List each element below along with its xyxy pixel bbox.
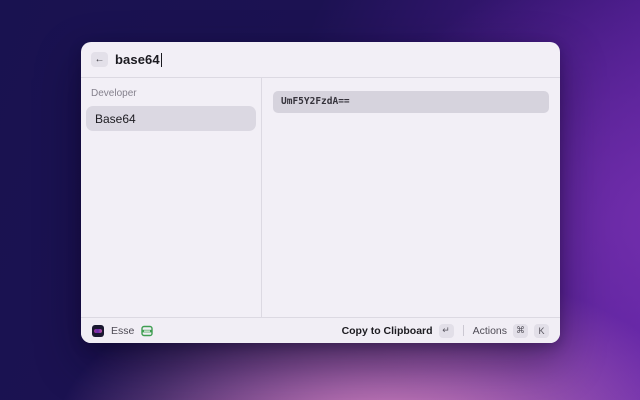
- footer-app-info: Esse: [92, 324, 154, 337]
- results-sidebar: Developer Base64: [81, 78, 262, 317]
- action-bar: Esse Copy to Clipboard ↵ Actions ⌘ K: [81, 317, 560, 343]
- back-arrow-icon: ←: [94, 54, 105, 65]
- back-button[interactable]: ←: [91, 52, 108, 67]
- search-input[interactable]: base64: [115, 42, 550, 77]
- return-key-badge: ↵: [438, 323, 454, 338]
- command-key-badge: ⌘: [513, 323, 528, 338]
- app-name: Esse: [111, 324, 135, 337]
- section-header: Developer: [91, 88, 137, 99]
- raycast-window: ← base64 Developer Base64 UmF5Y2FzdA== E…: [81, 42, 560, 343]
- search-query-text: base64: [115, 52, 160, 67]
- list-item-base64[interactable]: Base64: [86, 106, 256, 131]
- text-transform-icon: [141, 325, 154, 337]
- detail-pane: UmF5Y2FzdA==: [262, 78, 560, 317]
- actions-label: Actions: [472, 324, 507, 337]
- k-key-badge: K: [534, 323, 549, 338]
- footer-actions: Copy to Clipboard ↵ Actions ⌘ K: [341, 323, 549, 338]
- window-body: Developer Base64 UmF5Y2FzdA==: [81, 78, 560, 317]
- copy-to-clipboard-button[interactable]: Copy to Clipboard ↵: [341, 323, 454, 338]
- desktop-wallpaper: { "window": { "search_bar": { "back_icon…: [0, 0, 640, 400]
- footer-divider: [462, 325, 464, 336]
- encoded-output: UmF5Y2FzdA==: [273, 91, 549, 113]
- text-caret: [160, 52, 163, 67]
- copy-to-clipboard-label: Copy to Clipboard: [341, 324, 433, 337]
- list-item-label: Base64: [95, 111, 136, 126]
- esse-app-icon: [92, 324, 104, 337]
- actions-menu-button[interactable]: Actions ⌘ K: [472, 323, 549, 338]
- search-bar: ← base64: [81, 42, 560, 78]
